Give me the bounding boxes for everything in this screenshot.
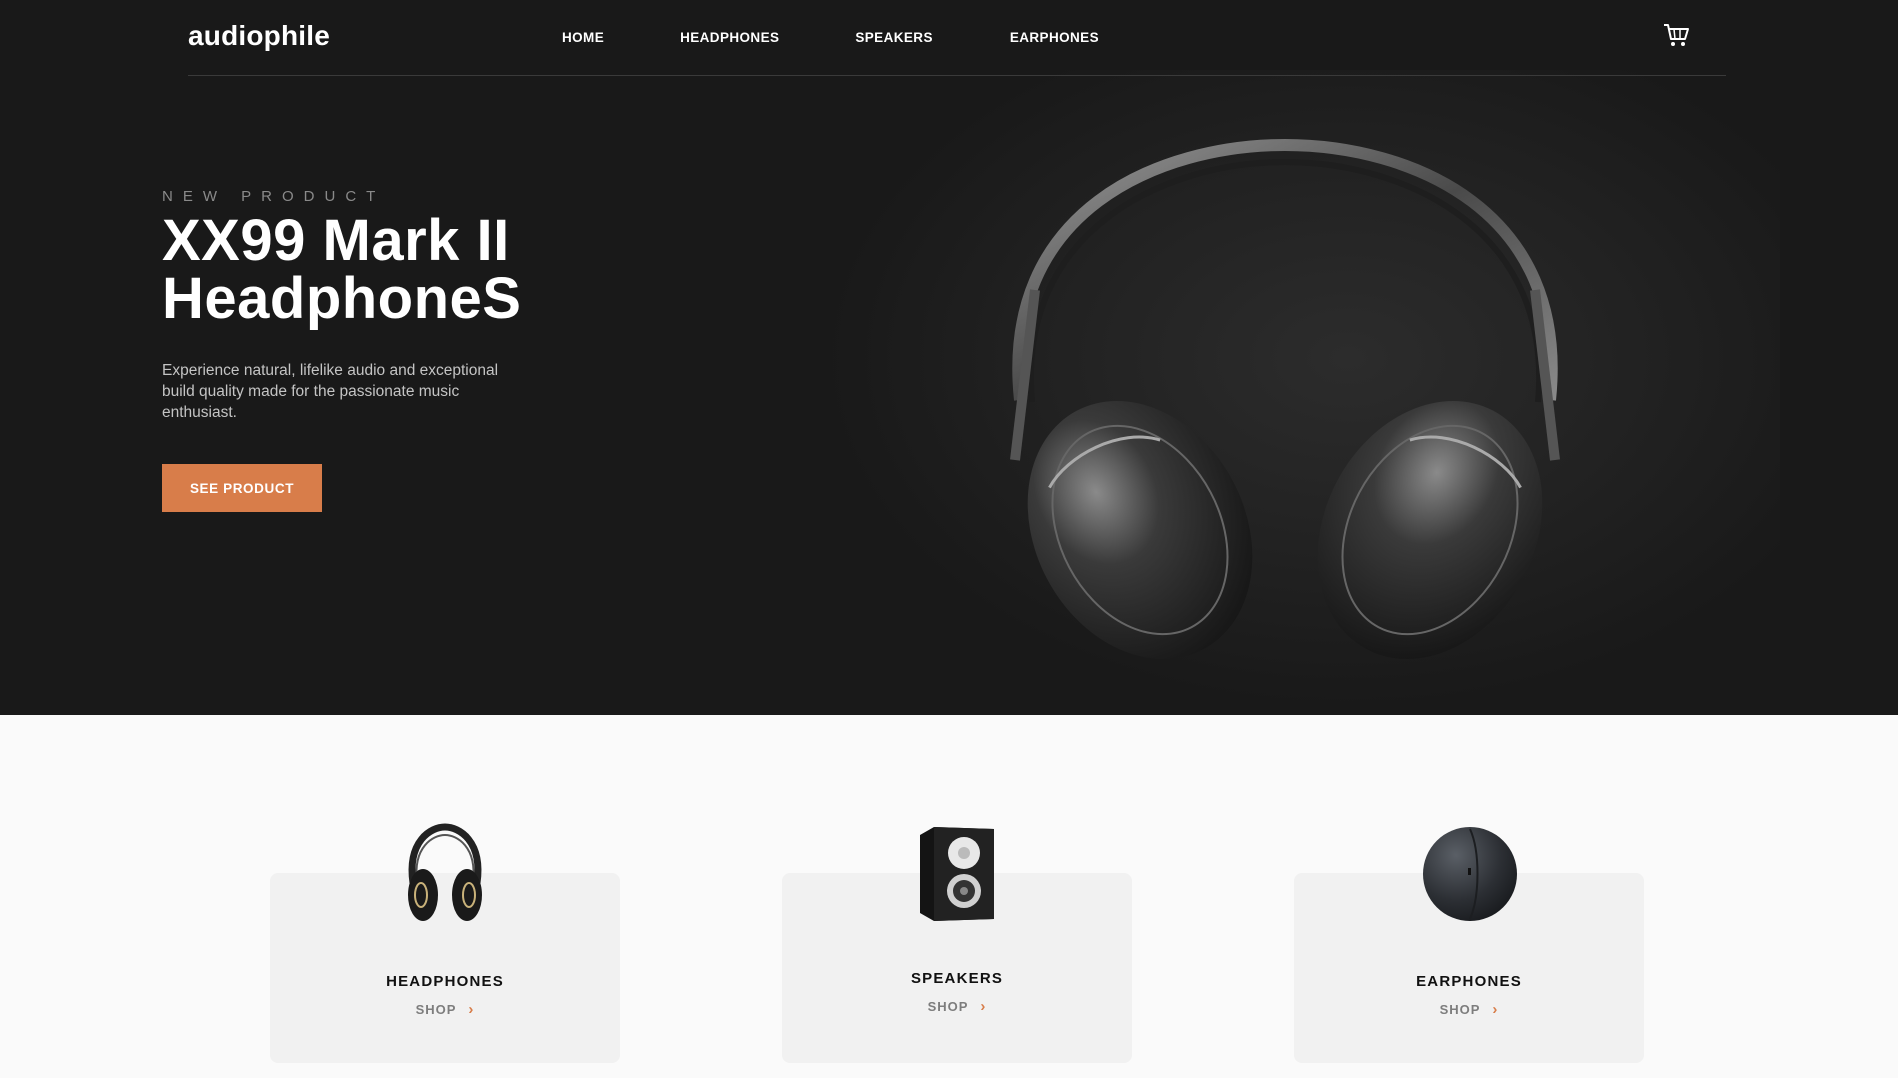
category-card-headphones[interactable]: HEADPHONES SHOP › [270, 823, 620, 1063]
earphones-case-thumbnail [1423, 827, 1517, 921]
nav-earphones[interactable]: EARPHONES [1010, 30, 1099, 45]
hero-title-line2: HeadphoneS [162, 266, 522, 331]
headphones-thumbnail [408, 823, 482, 921]
category-card-earphones[interactable]: EARPHONES SHOP › [1294, 827, 1644, 1063]
shop-label: SHOP [927, 999, 969, 1014]
cart-icon[interactable] [1662, 22, 1690, 48]
shop-link[interactable]: SHOP › [782, 998, 1132, 1015]
category-name: EARPHONES [1416, 973, 1522, 990]
see-product-button[interactable]: SEE PRODUCT [162, 464, 322, 512]
hero-overline: NEW PRODUCT [162, 188, 386, 205]
hero-title-line1: XX99 Mark II [162, 208, 510, 273]
brand-logo[interactable]: audiophile [188, 20, 330, 52]
hero-description: Experience natural, lifelike audio and e… [162, 362, 499, 421]
speaker-thumbnail [920, 827, 994, 921]
hero-section: audiophile HOME HEADPHONES SPEAKERS EARP… [0, 0, 1898, 715]
chevron-right-icon: › [468, 1001, 475, 1018]
shop-label: SHOP [1439, 1002, 1481, 1017]
shop-link[interactable]: SHOP › [1294, 1001, 1644, 1018]
top-nav: audiophile HOME HEADPHONES SPEAKERS EARP… [188, 0, 1726, 76]
hero-headphones-image [1010, 138, 1560, 659]
shop-label: SHOP [415, 1002, 457, 1017]
shop-link[interactable]: SHOP › [270, 1001, 620, 1018]
nav-headphones[interactable]: HEADPHONES [680, 30, 779, 45]
hero-title: XX99 Mark II HeadphoneS [162, 212, 722, 328]
nav-home[interactable]: HOME [562, 30, 604, 45]
chevron-right-icon: › [980, 998, 987, 1015]
category-name: SPEAKERS [910, 970, 1004, 987]
chevron-right-icon: › [1492, 1001, 1499, 1018]
category-card-speakers[interactable]: SPEAKERS SHOP › [782, 827, 1132, 1063]
nav-links: HOME HEADPHONES SPEAKERS EARPHONES [562, 30, 1099, 45]
category-name: HEADPHONES [386, 973, 504, 990]
nav-speakers[interactable]: SPEAKERS [855, 30, 932, 45]
